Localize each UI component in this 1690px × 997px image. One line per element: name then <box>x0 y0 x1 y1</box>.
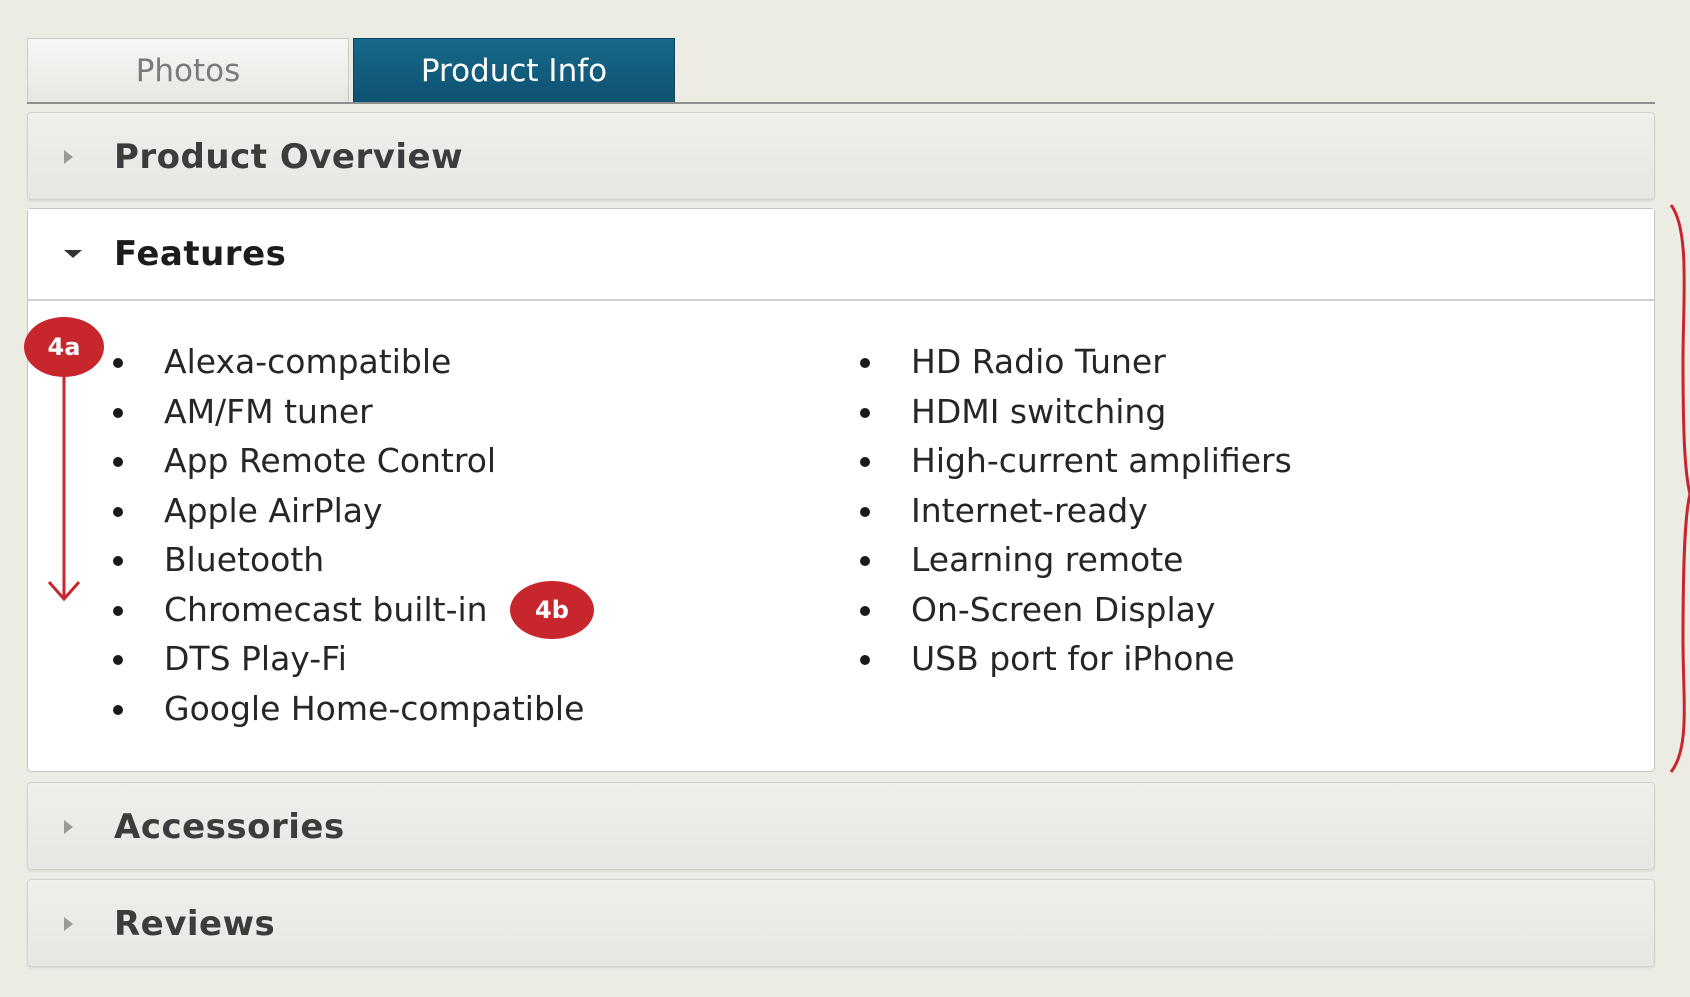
annotation-badge-4b: 4b <box>510 581 594 639</box>
annotation-brace <box>1669 204 1690 773</box>
annotation-badge-4a: 4a <box>24 317 104 377</box>
annotation-overlay <box>47 204 1690 773</box>
product-info-screen: Photos Product Info Product Overview Fea… <box>0 0 1690 997</box>
